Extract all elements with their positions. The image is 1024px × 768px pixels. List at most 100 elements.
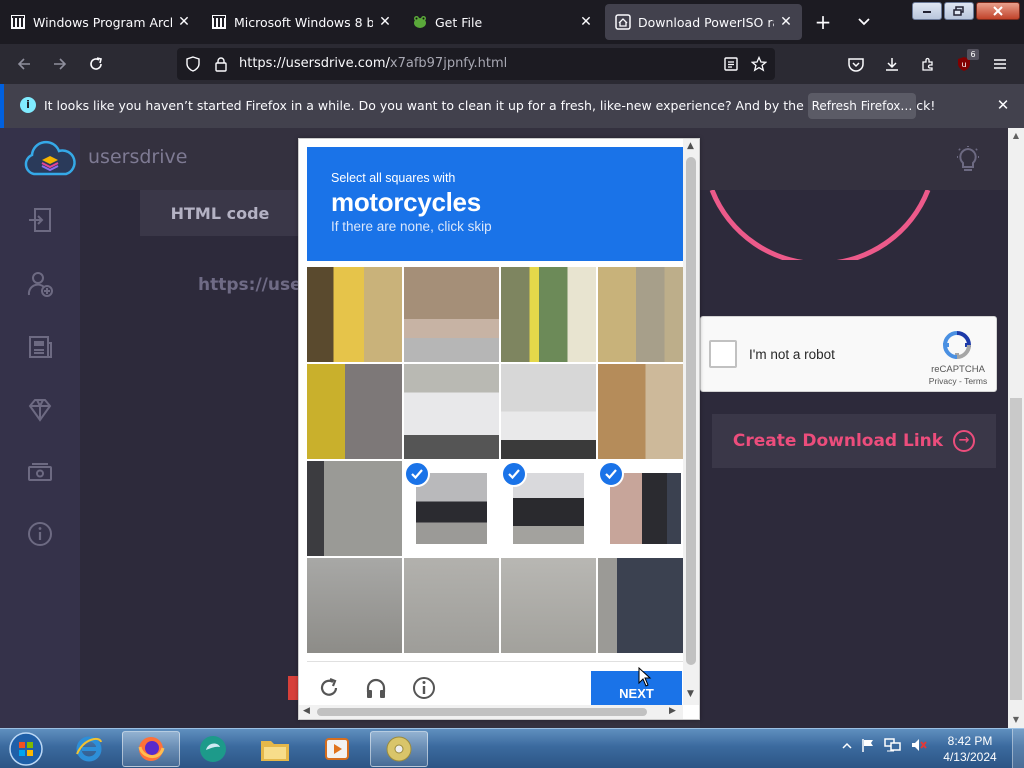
mouse-cursor-icon bbox=[638, 666, 652, 690]
info-circle-icon[interactable] bbox=[24, 518, 56, 550]
audio-challenge-headphones-icon[interactable] bbox=[362, 674, 390, 702]
tab-html-code[interactable]: HTML code bbox=[140, 190, 300, 236]
login-icon[interactable] bbox=[24, 204, 56, 236]
back-icon[interactable] bbox=[14, 54, 34, 74]
create-download-link-button[interactable]: Create Download Link → bbox=[712, 414, 996, 468]
recaptcha-privacy-terms[interactable]: Privacy - Terms bbox=[925, 376, 991, 386]
recaptcha-brand: reCAPTCHA bbox=[931, 364, 985, 375]
tab-download-poweriso[interactable]: Download PowerISO rar ✕ bbox=[605, 4, 802, 40]
scroll-right-icon[interactable]: ▶ bbox=[669, 706, 676, 716]
extensions-icon[interactable] bbox=[918, 54, 938, 74]
close-notification-icon[interactable]: ✕ bbox=[994, 96, 1012, 114]
close-tab-icon[interactable]: ✕ bbox=[377, 14, 393, 30]
image-tile-selected[interactable] bbox=[404, 461, 499, 556]
url-host: https://usersdrive.com/ bbox=[239, 56, 390, 71]
navigation-toolbar: https://usersdrive.com/x7afb97jpnfy.html… bbox=[0, 44, 1024, 84]
reload-icon[interactable] bbox=[86, 54, 106, 74]
scrollbar-thumb[interactable] bbox=[1010, 398, 1022, 700]
recaptcha-widget: I'm not a robot reCAPTCHA Privacy - Term… bbox=[700, 316, 997, 392]
help-info-icon[interactable] bbox=[410, 674, 438, 702]
archive-icon bbox=[10, 14, 26, 30]
refresh-firefox-button[interactable]: Refresh Firefox… bbox=[808, 93, 916, 119]
url-path: x7afb97jpnfy.html bbox=[389, 56, 508, 71]
address-bar[interactable]: https://usersdrive.com/x7afb97jpnfy.html bbox=[177, 48, 775, 80]
media-player-icon[interactable] bbox=[308, 731, 366, 767]
volume-muted-icon[interactable] bbox=[910, 737, 928, 756]
hamburger-menu-icon[interactable] bbox=[990, 54, 1010, 74]
action-center-flag-icon[interactable] bbox=[860, 737, 876, 756]
list-all-tabs-icon[interactable] bbox=[855, 14, 873, 30]
pocket-icon[interactable] bbox=[846, 54, 866, 74]
image-tile-selected[interactable] bbox=[598, 461, 693, 556]
news-icon[interactable] bbox=[24, 331, 56, 363]
lightbulb-icon[interactable] bbox=[955, 146, 981, 177]
minimize-button[interactable] bbox=[912, 2, 942, 20]
app-icon[interactable] bbox=[184, 731, 242, 767]
image-tile[interactable] bbox=[307, 364, 402, 459]
image-tile-selected[interactable] bbox=[501, 461, 596, 556]
checkmark-icon bbox=[598, 461, 624, 487]
explorer-icon[interactable] bbox=[246, 731, 304, 767]
image-tile[interactable] bbox=[404, 364, 499, 459]
maximize-button[interactable] bbox=[944, 2, 974, 20]
ublock-origin-icon[interactable]: u 6 bbox=[954, 49, 979, 74]
scrollbar-thumb[interactable] bbox=[317, 708, 647, 716]
start-button[interactable] bbox=[6, 731, 46, 767]
tracking-protection-shield-icon[interactable] bbox=[183, 54, 203, 74]
popup-horizontal-scrollbar[interactable]: ◀ ▶ bbox=[299, 705, 683, 719]
image-tile[interactable] bbox=[501, 364, 596, 459]
tab-windows-8-build[interactable]: Microsoft Windows 8 build ✕ bbox=[201, 4, 401, 40]
reload-challenge-icon[interactable] bbox=[315, 674, 343, 702]
firefox-icon[interactable] bbox=[122, 731, 180, 767]
scroll-down-icon[interactable]: ▼ bbox=[1008, 712, 1024, 728]
close-window-button[interactable] bbox=[976, 2, 1020, 20]
image-tile[interactable] bbox=[307, 558, 402, 653]
bookmark-star-icon[interactable] bbox=[749, 54, 769, 74]
checkmark-icon bbox=[404, 461, 430, 487]
tab-windows-program-archive[interactable]: Windows Program Archive ✕ bbox=[0, 4, 200, 40]
system-clock[interactable]: 8:42 PM 4/13/2024 bbox=[930, 733, 1010, 765]
page-scrollbar[interactable]: ▲ ▼ bbox=[1008, 128, 1024, 728]
clock-time: 8:42 PM bbox=[947, 734, 993, 748]
scroll-up-icon[interactable]: ▲ bbox=[1008, 128, 1024, 144]
image-tile[interactable] bbox=[404, 267, 499, 362]
add-user-icon[interactable] bbox=[24, 268, 56, 300]
image-tile[interactable] bbox=[598, 267, 693, 362]
close-tab-icon[interactable]: ✕ bbox=[578, 14, 594, 30]
close-tab-icon[interactable]: ✕ bbox=[176, 14, 192, 30]
countdown-ring-arc bbox=[709, 190, 931, 260]
scroll-down-icon[interactable]: ▼ bbox=[687, 689, 694, 699]
clock-date: 4/13/2024 bbox=[943, 750, 997, 764]
tab-title: Windows Program Archive bbox=[33, 14, 172, 30]
image-tile[interactable] bbox=[307, 461, 402, 556]
usersdrive-logo[interactable] bbox=[22, 140, 78, 180]
disc-icon[interactable] bbox=[370, 731, 428, 767]
show-hidden-icons-icon[interactable] bbox=[842, 740, 852, 754]
scroll-up-icon[interactable]: ▲ bbox=[687, 141, 694, 151]
tab-get-file[interactable]: Get File ✕ bbox=[402, 4, 602, 40]
image-tile[interactable] bbox=[501, 558, 596, 653]
show-desktop-button[interactable] bbox=[1012, 729, 1024, 768]
forward-icon[interactable] bbox=[50, 54, 70, 74]
lock-icon[interactable] bbox=[211, 54, 231, 74]
archive-icon bbox=[211, 14, 227, 30]
reader-view-icon[interactable] bbox=[721, 54, 741, 74]
image-tile[interactable] bbox=[598, 558, 693, 653]
downloads-icon[interactable] bbox=[882, 54, 902, 74]
premium-diamond-icon[interactable] bbox=[24, 394, 56, 426]
close-tab-icon[interactable]: ✕ bbox=[778, 14, 794, 30]
network-icon[interactable] bbox=[884, 737, 902, 756]
next-button[interactable]: NEXT bbox=[591, 671, 682, 705]
scroll-left-icon[interactable]: ◀ bbox=[303, 706, 310, 716]
new-tab-button[interactable]: + bbox=[812, 12, 834, 34]
image-tile[interactable] bbox=[404, 558, 499, 653]
money-icon[interactable] bbox=[24, 456, 56, 488]
image-tile[interactable] bbox=[598, 364, 693, 459]
image-tile[interactable] bbox=[501, 267, 596, 362]
image-tile[interactable] bbox=[307, 267, 402, 362]
recaptcha-checkbox[interactable] bbox=[709, 340, 737, 368]
popup-vertical-scrollbar[interactable]: ▲ ▼ bbox=[683, 139, 699, 705]
internet-explorer-icon[interactable] bbox=[60, 731, 118, 767]
scrollbar-thumb[interactable] bbox=[686, 157, 696, 665]
url-text[interactable]: https://usersdrive.com/x7afb97jpnfy.html bbox=[239, 56, 507, 71]
